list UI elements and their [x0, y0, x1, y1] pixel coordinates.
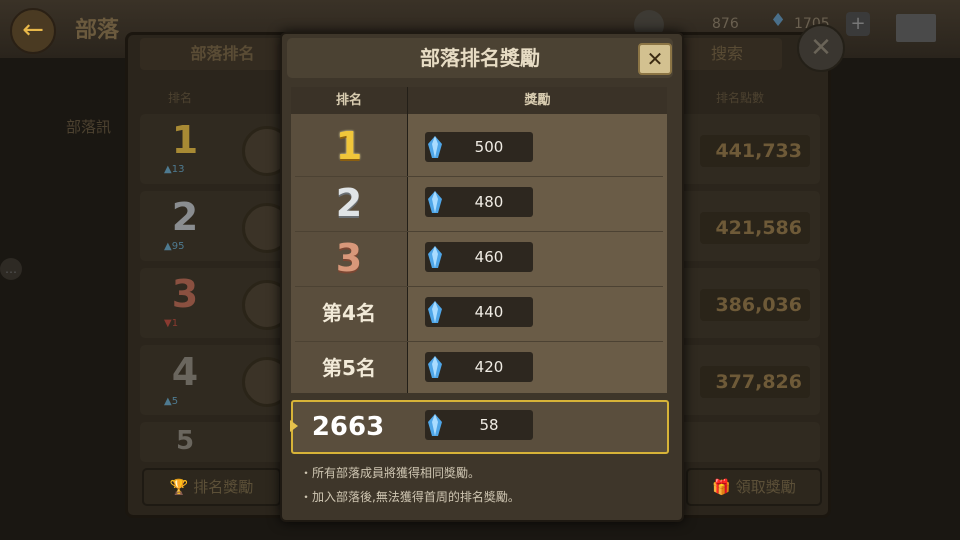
- my-reward-value: 58: [479, 416, 499, 434]
- screen-title: 部落: [75, 18, 120, 43]
- side-label: 部落訊: [66, 118, 112, 136]
- note-text: ・所有部落成員將獲得相同獎勵。: [300, 466, 481, 480]
- bg-rank-number: 2: [171, 195, 199, 239]
- reward-value: 440: [474, 303, 504, 321]
- bg-score: 421,586: [700, 212, 810, 244]
- rank-change: ▲5: [164, 396, 179, 407]
- rank-label: 3: [335, 236, 363, 280]
- dialog-title: 部落排名獎勵: [420, 46, 540, 70]
- rank-reward-button[interactable]: 🏆 排名獎勵: [142, 468, 281, 506]
- bg-rank-number: 4: [171, 350, 199, 394]
- reward-value: 500: [474, 138, 504, 156]
- gem-icon: ♦: [770, 10, 787, 31]
- rank-label: 第5名: [322, 356, 376, 380]
- close-icon: ✕: [810, 33, 832, 63]
- rank-change: ▲13: [164, 164, 185, 175]
- dialog-close-button[interactable]: ✕: [638, 43, 672, 75]
- reward-value: 460: [474, 248, 504, 266]
- gem-icon: [428, 356, 442, 378]
- col-header-reward: 獎勵: [408, 87, 667, 114]
- gem-icon: [428, 136, 442, 158]
- rank-label: 2: [335, 181, 363, 225]
- trophy-icon: 🏆: [169, 478, 194, 496]
- gem-icon: [428, 246, 442, 268]
- gem-icon: [428, 191, 442, 213]
- reward-value: 480: [474, 193, 504, 211]
- rank-change: ▲95: [164, 241, 185, 252]
- currency-a-value: 876: [712, 16, 739, 32]
- mail-icon[interactable]: [896, 14, 936, 42]
- col-header-rank: 排名: [291, 87, 407, 114]
- gem-icon: [428, 301, 442, 323]
- add-currency-button[interactable]: +: [846, 12, 870, 36]
- bg-rank-number: 1: [171, 118, 199, 162]
- rank-label: 1: [335, 124, 363, 168]
- bg-score: 386,036: [700, 289, 810, 321]
- note-text: ・加入部落後,無法獲得首周的排名獎勵。: [300, 490, 520, 504]
- my-clan-rank: 2663: [311, 412, 385, 442]
- bg-rank-number: 3: [171, 272, 199, 316]
- rank-label: 第4名: [322, 301, 376, 325]
- back-button[interactable]: ←: [10, 8, 56, 54]
- reward-value: 420: [474, 358, 504, 376]
- panel-close-button[interactable]: ✕: [797, 24, 845, 72]
- close-icon: ✕: [646, 47, 664, 71]
- bg-score: 441,733: [700, 135, 810, 167]
- bg-col-score: 排名點數: [715, 91, 764, 105]
- search-button[interactable]: 搜索: [672, 38, 782, 70]
- bg-col-rank: 排名: [167, 91, 192, 105]
- bg-score: 377,826: [700, 366, 810, 398]
- back-arrow-icon: ←: [22, 15, 44, 45]
- bg-rank-number: 5: [175, 426, 195, 456]
- rank-change: ▼1: [164, 318, 179, 329]
- pointer-icon: [290, 420, 298, 432]
- gift-icon: 🎁: [712, 478, 736, 496]
- claim-reward-button[interactable]: 🎁 領取獎勵: [686, 468, 822, 506]
- chat-icon[interactable]: …: [0, 258, 22, 280]
- gem-icon: [428, 414, 442, 436]
